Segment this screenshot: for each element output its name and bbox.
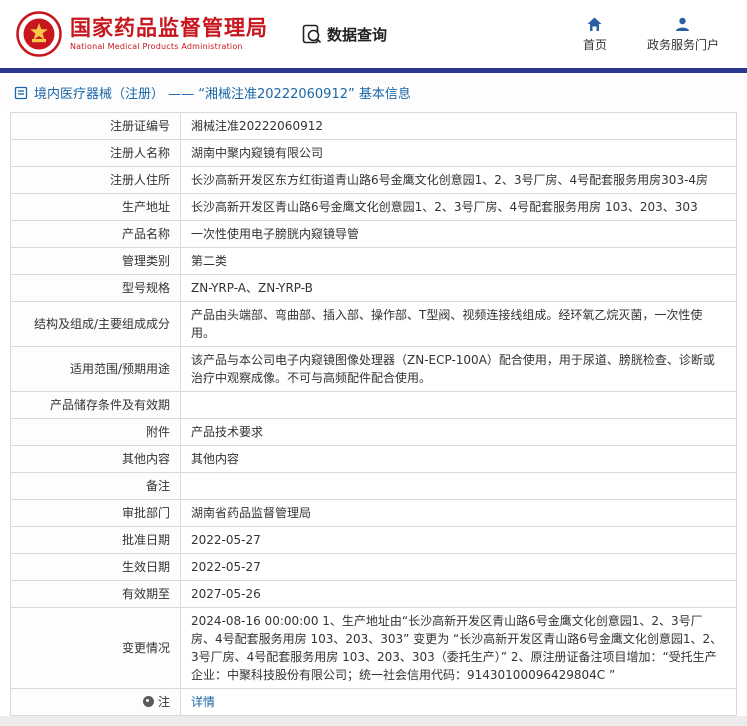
row-label: 生效日期 (11, 554, 181, 581)
magnifier-doc-icon (302, 24, 322, 44)
row-value: ZN-YRP-A、ZN-YRP-B (181, 275, 737, 302)
row-label: 批准日期 (11, 527, 181, 554)
row-value: 2022-05-27 (181, 554, 737, 581)
row-label: 产品名称 (11, 221, 181, 248)
breadcrumb: 境内医疗器械（注册） —— “湘械注准20222060912” 基本信息 (0, 73, 747, 110)
row-label: 附件 (11, 419, 181, 446)
row-value: 长沙高新开发区青山路6号金鹰文化创意园1、2、3号厂房、4号配套服务用房 103… (181, 194, 737, 221)
row-label: 审批部门 (11, 500, 181, 527)
table-row: 注册人住所长沙高新开发区东方红街道青山路6号金鹰文化创意园1、2、3号厂房、4号… (11, 167, 737, 194)
row-value: 产品技术要求 (181, 419, 737, 446)
table-row: 管理类别第二类 (11, 248, 737, 275)
row-value: 湘械注准20222060912 (181, 113, 737, 140)
table-row: 有效期至2027-05-26 (11, 581, 737, 608)
row-label: 注册证编号 (11, 113, 181, 140)
table-row: 批准日期2022-05-27 (11, 527, 737, 554)
row-value: 2024-08-16 00:00:00 1、生产地址由“长沙高新开发区青山路6号… (181, 608, 737, 689)
table-row: 生效日期2022-05-27 (11, 554, 737, 581)
note-icon (143, 696, 154, 707)
table-row: 注册人名称湖南中聚内窥镜有限公司 (11, 140, 737, 167)
data-query-label: 数据查询 (327, 24, 387, 45)
document-icon (14, 86, 28, 100)
row-value: 2027-05-26 (181, 581, 737, 608)
top-nav: 首页 政务服务门户 (573, 16, 731, 53)
nav-label-portal: 政务服务门户 (647, 36, 719, 53)
row-value: 一次性使用电子膀胱内窥镜导管 (181, 221, 737, 248)
table-row: 生产地址长沙高新开发区青山路6号金鹰文化创意园1、2、3号厂房、4号配套服务用房… (11, 194, 737, 221)
table-row: 产品储存条件及有效期 (11, 392, 737, 419)
table-row: 附件产品技术要求 (11, 419, 737, 446)
row-label: 产品储存条件及有效期 (11, 392, 181, 419)
agency-title-en: National Medical Products Administration (70, 42, 268, 51)
row-value: 湖南中聚内窥镜有限公司 (181, 140, 737, 167)
row-value: 第二类 (181, 248, 737, 275)
row-label: 有效期至 (11, 581, 181, 608)
row-value: 其他内容 (181, 446, 737, 473)
footer-strip (0, 716, 747, 726)
table-row: 其他内容其他内容 (11, 446, 737, 473)
detail-link[interactable]: 详情 (191, 695, 215, 709)
agency-logo: 国家药品监督管理局 National Medical Products Admi… (16, 11, 268, 57)
row-label: 型号规格 (11, 275, 181, 302)
row-label: 注 (11, 689, 181, 716)
info-table-body: 注册证编号湘械注准20222060912注册人名称湖南中聚内窥镜有限公司注册人住… (11, 113, 737, 716)
national-emblem-icon (16, 11, 62, 57)
row-value (181, 392, 737, 419)
breadcrumb-text: 境内医疗器械（注册） —— “湘械注准20222060912” 基本信息 (34, 83, 411, 102)
table-row: 注册证编号湘械注准20222060912 (11, 113, 737, 140)
agency-titles: 国家药品监督管理局 National Medical Products Admi… (70, 17, 268, 51)
row-value: 2022-05-27 (181, 527, 737, 554)
nav-label-home: 首页 (583, 36, 607, 53)
data-query-nav[interactable]: 数据查询 (302, 24, 387, 45)
row-label: 变更情况 (11, 608, 181, 689)
table-row: 产品名称一次性使用电子膀胱内窥镜导管 (11, 221, 737, 248)
row-label: 适用范围/预期用途 (11, 347, 181, 392)
table-row: 审批部门湖南省药品监督管理局 (11, 500, 737, 527)
table-row: 型号规格ZN-YRP-A、ZN-YRP-B (11, 275, 737, 302)
row-value: 产品由头端部、弯曲部、插入部、操作部、T型阀、视频连接线组成。经环氧乙烷灭菌，一… (181, 302, 737, 347)
row-label: 生产地址 (11, 194, 181, 221)
agency-title-cn: 国家药品监督管理局 (70, 17, 268, 40)
row-value (181, 473, 737, 500)
row-label: 结构及组成/主要组成成分 (11, 302, 181, 347)
table-row: 注详情 (11, 689, 737, 716)
row-label: 注册人名称 (11, 140, 181, 167)
site-header: 国家药品监督管理局 National Medical Products Admi… (0, 0, 747, 68)
person-icon (674, 16, 691, 33)
table-row: 备注 (11, 473, 737, 500)
row-label: 备注 (11, 473, 181, 500)
row-value: 湖南省药品监督管理局 (181, 500, 737, 527)
row-label: 注册人住所 (11, 167, 181, 194)
row-label: 其他内容 (11, 446, 181, 473)
nav-item-home[interactable]: 首页 (573, 16, 617, 53)
row-value: 该产品与本公司电子内窥镜图像处理器（ZN-ECP-100A）配合使用，用于尿道、… (181, 347, 737, 392)
info-table-wrap: 注册证编号湘械注准20222060912注册人名称湖南中聚内窥镜有限公司注册人住… (0, 110, 747, 716)
table-row: 适用范围/预期用途该产品与本公司电子内窥镜图像处理器（ZN-ECP-100A）配… (11, 347, 737, 392)
row-label: 管理类别 (11, 248, 181, 275)
row-value: 详情 (181, 689, 737, 716)
row-value: 长沙高新开发区东方红街道青山路6号金鹰文化创意园1、2、3号厂房、4号配套服务用… (181, 167, 737, 194)
table-row: 结构及组成/主要组成成分产品由头端部、弯曲部、插入部、操作部、T型阀、视频连接线… (11, 302, 737, 347)
table-row: 变更情况2024-08-16 00:00:00 1、生产地址由“长沙高新开发区青… (11, 608, 737, 689)
home-icon (586, 16, 603, 33)
info-table: 注册证编号湘械注准20222060912注册人名称湖南中聚内窥镜有限公司注册人住… (10, 112, 737, 716)
nav-item-portal[interactable]: 政务服务门户 (647, 16, 719, 53)
